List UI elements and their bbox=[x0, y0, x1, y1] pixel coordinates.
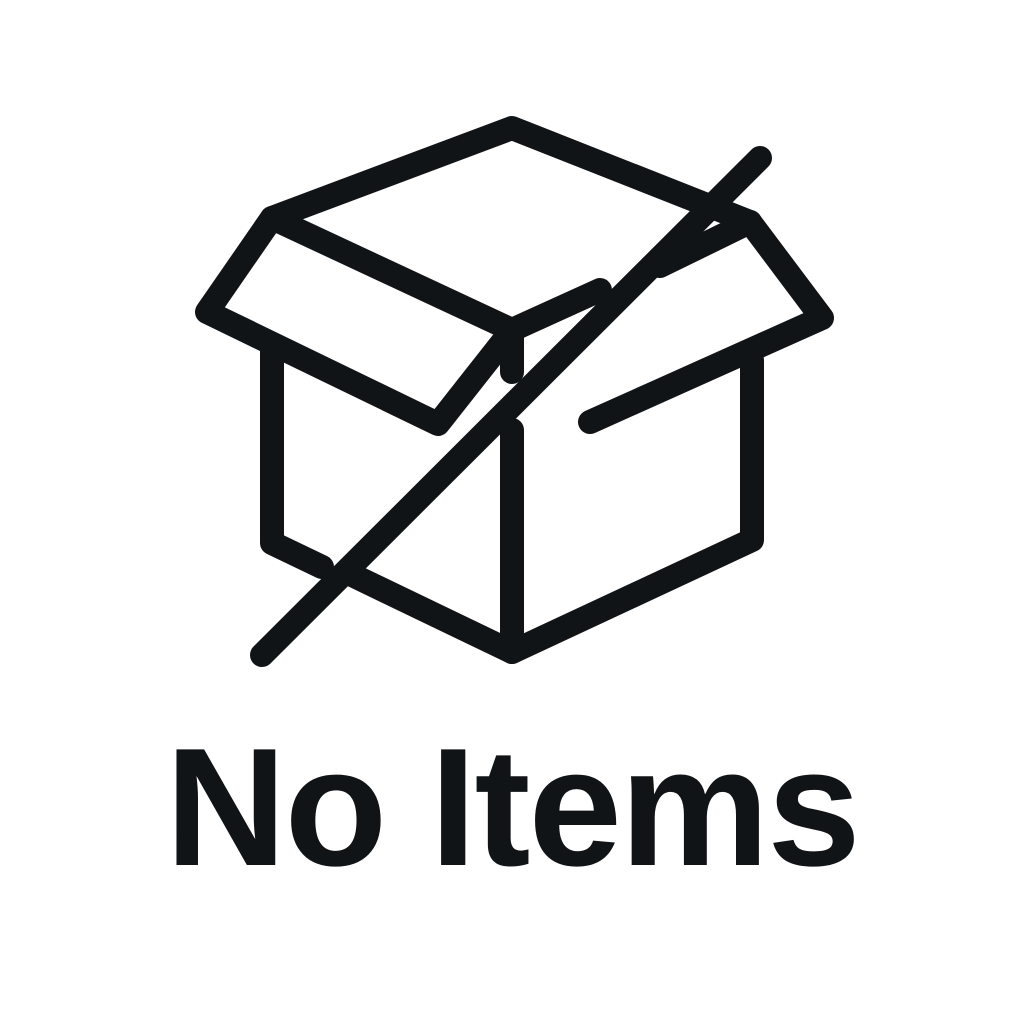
box-top-rim bbox=[260, 116, 762, 234]
box-left-flap bbox=[195, 206, 524, 436]
empty-state-title: No Items bbox=[165, 713, 861, 901]
empty-state: No Items bbox=[0, 0, 1024, 1024]
box-left-wall bbox=[260, 338, 334, 579]
